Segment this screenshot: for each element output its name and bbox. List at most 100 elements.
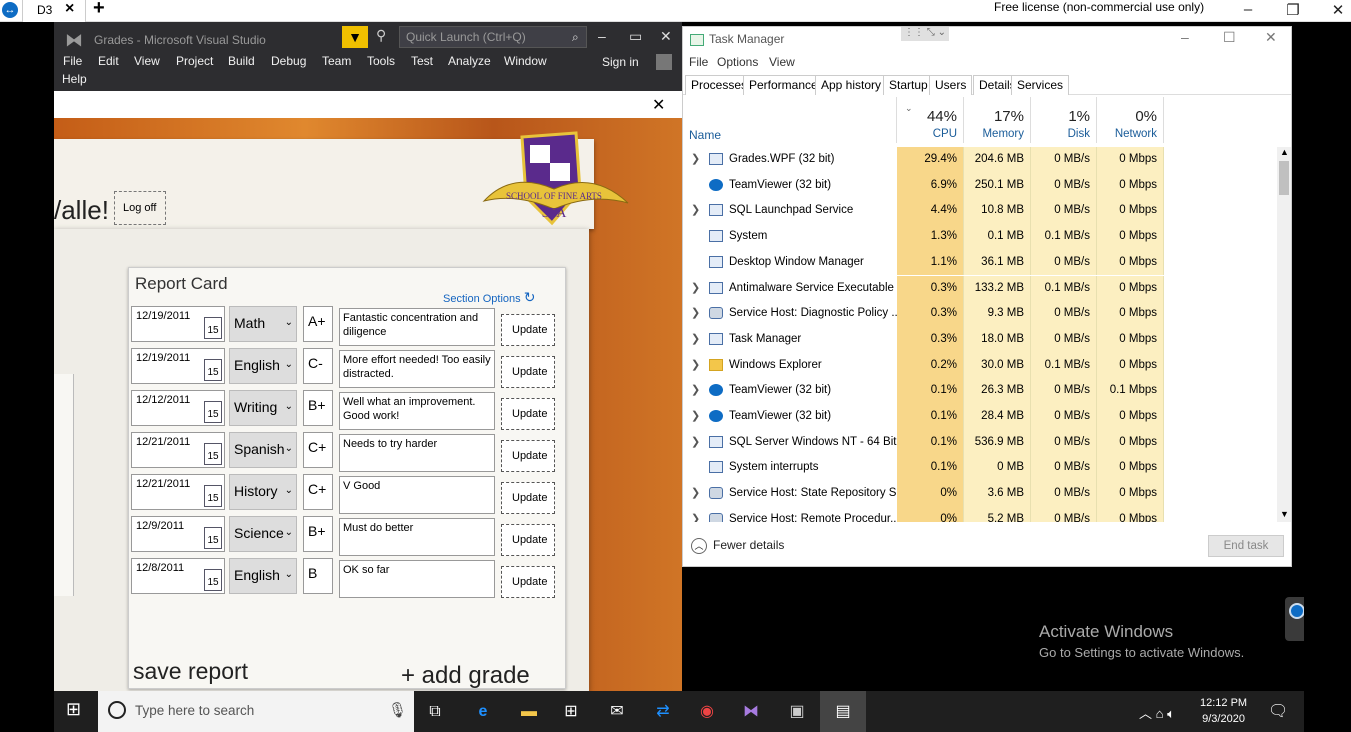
store-icon[interactable]: ⊞ (558, 699, 584, 725)
teamviewer-taskbar-icon[interactable]: ⇄ (650, 699, 676, 725)
microphone-icon[interactable]: 🎙︎ (388, 701, 407, 719)
tm-menu-file[interactable]: File (689, 55, 708, 69)
tab-performance[interactable]: Performance (743, 75, 824, 95)
date-picker[interactable]: 12/19/2011 15 (131, 348, 225, 384)
comment-input[interactable]: Fantastic concentration and diligence (339, 308, 495, 346)
edge-icon[interactable]: e (470, 699, 496, 725)
tab-users[interactable]: Users (929, 75, 973, 95)
process-row[interactable]: ❯ SQL Server Windows NT - 64 Bit 0.1% 536.9… (683, 429, 1277, 456)
comment-input[interactable]: OK so far (339, 560, 495, 598)
menu-project[interactable]: Project (176, 54, 213, 68)
restore-icon[interactable]: ❐ (1285, 1, 1301, 19)
close-tab-icon[interactable]: × (65, 0, 74, 18)
sign-in-link[interactable]: Sign in (602, 55, 639, 69)
clock[interactable]: 12:12 PM 9/3/2020 (1200, 695, 1247, 727)
update-button[interactable]: Update (501, 398, 555, 430)
session-tab[interactable]: D3 × (22, 0, 86, 22)
vs-maximize-icon[interactable]: ▭ (629, 28, 642, 45)
expand-chevron-icon[interactable]: ❯ (691, 435, 700, 448)
calendar-icon[interactable]: 15 (204, 359, 222, 381)
date-picker[interactable]: 12/9/2011 15 (131, 516, 225, 552)
app-close-icon[interactable]: ✕ (652, 95, 665, 115)
date-picker[interactable]: 12/19/2011 15 (131, 306, 225, 342)
date-picker[interactable]: 12/21/2011 15 (131, 474, 225, 510)
update-button[interactable]: Update (501, 482, 555, 514)
expand-chevron-icon[interactable]: ❯ (691, 383, 700, 396)
add-grade-button[interactable]: + add grade (401, 662, 530, 690)
quick-launch-input[interactable]: Quick Launch (Ctrl+Q) ⌕ (399, 26, 587, 48)
account-icon[interactable] (656, 54, 672, 70)
expand-chevron-icon[interactable]: ❯ (691, 152, 700, 165)
menu-tools[interactable]: Tools (367, 54, 395, 68)
calendar-icon[interactable]: 15 (204, 485, 222, 507)
process-row[interactable]: ❯ TeamViewer (32 bit) 0.1% 28.4 MB 0 MB/s 0 M… (683, 404, 1277, 430)
col-header-name[interactable]: Name ⌄ (683, 97, 913, 143)
subject-dropdown[interactable]: English ⌄ (229, 558, 297, 594)
update-button[interactable]: Update (501, 314, 555, 346)
process-row[interactable]: ❯ Service Host: Diagnostic Policy ... 0.3%… (683, 301, 1277, 327)
expand-chevron-icon[interactable]: ❯ (691, 358, 700, 371)
mail-icon[interactable]: ✉ (604, 699, 630, 725)
subject-dropdown[interactable]: Spanish ⌄ (229, 432, 297, 468)
taskbar-search-box[interactable]: Type here to search 🎙︎ (98, 691, 414, 732)
filter-icon[interactable]: ▼ (342, 26, 368, 48)
process-row[interactable]: Desktop Window Manager 1.1% 36.1 MB 0 MB/s 0… (683, 249, 1277, 276)
new-tab-icon[interactable]: + (93, 0, 105, 20)
fewer-details-button[interactable]: ︿ Fewer details (691, 538, 784, 554)
menu-edit[interactable]: Edit (98, 54, 119, 68)
grade-input[interactable]: B (303, 558, 333, 594)
expand-chevron-icon[interactable]: ❯ (691, 203, 700, 216)
subject-dropdown[interactable]: Writing ⌄ (229, 390, 297, 426)
menu-build[interactable]: Build (228, 54, 255, 68)
process-row[interactable]: ❯ Service Host: State Repository S... 0% 3.… (683, 481, 1277, 507)
process-row[interactable]: TeamViewer (32 bit) 6.9% 250.1 MB 0 MB/s 0 M… (683, 172, 1277, 199)
date-picker[interactable]: 12/12/2011 15 (131, 390, 225, 426)
menu-file[interactable]: File (63, 54, 82, 68)
subject-dropdown[interactable]: Science ⌄ (229, 516, 297, 552)
system-tray[interactable]: ︿ ⌂ 🔈︎ (1139, 703, 1175, 722)
feedback-icon[interactable]: ⚲ (376, 27, 386, 44)
comment-input[interactable]: Well what an improvement. Good work! (339, 392, 495, 430)
end-task-button[interactable]: End task (1208, 535, 1284, 557)
calendar-icon[interactable]: 15 (204, 317, 222, 339)
file-explorer-icon[interactable]: ▬ (516, 699, 542, 725)
tab-startup[interactable]: Startup (883, 75, 934, 95)
grade-input[interactable]: A+ (303, 306, 333, 342)
teamviewer-icon[interactable]: ↔ (2, 2, 18, 18)
calendar-icon[interactable]: 15 (204, 443, 222, 465)
grade-input[interactable]: B+ (303, 516, 333, 552)
process-row[interactable]: ❯ Windows Explorer 0.2% 30.0 MB 0.1 MB/s 0 Mb… (683, 352, 1277, 379)
notifications-icon[interactable]: 🗨︎ (1268, 701, 1288, 721)
grade-input[interactable]: C+ (303, 432, 333, 468)
menu-window[interactable]: Window (504, 54, 547, 68)
menu-help[interactable]: Help (62, 72, 87, 86)
expand-chevron-icon[interactable]: ❯ (691, 486, 700, 499)
process-row[interactable]: ❯ Task Manager 0.3% 18.0 MB 0 MB/s 0 Mbps (683, 326, 1277, 353)
scrollbar-thumb[interactable] (1279, 161, 1289, 195)
comment-input[interactable]: Needs to try harder (339, 434, 495, 472)
save-report-button[interactable]: save report (133, 658, 248, 685)
scroll-down-icon[interactable]: ▼ (1280, 509, 1289, 519)
log-off-button[interactable]: Log off (114, 191, 166, 225)
subject-dropdown[interactable]: Math ⌄ (229, 306, 297, 342)
expand-chevron-icon[interactable]: ❯ (691, 332, 700, 345)
minimize-icon[interactable]: – (1240, 1, 1256, 18)
section-options-link[interactable]: Section Options ↻ (443, 289, 535, 306)
comment-input[interactable]: More effort needed! Too easily distracte… (339, 350, 495, 388)
task-view-icon[interactable]: ⧉ (422, 699, 448, 725)
tm-menu-view[interactable]: View (769, 55, 795, 69)
update-button[interactable]: Update (501, 440, 555, 472)
close-icon[interactable]: ✕ (1330, 1, 1346, 19)
date-picker[interactable]: 12/8/2011 15 (131, 558, 225, 594)
expand-chevron-icon[interactable]: ❯ (691, 409, 700, 422)
vs-close-icon[interactable]: ✕ (660, 28, 672, 45)
expand-chevron-icon[interactable]: ❯ (691, 512, 700, 522)
windows-start-icon[interactable]: ⊞ (66, 699, 81, 720)
update-button[interactable]: Update (501, 524, 555, 556)
calendar-icon[interactable]: 15 (204, 569, 222, 591)
expand-chevron-icon[interactable]: ❯ (691, 281, 700, 294)
vs-minimize-icon[interactable]: – (598, 28, 606, 44)
tab-app-history[interactable]: App history (815, 75, 888, 95)
chrome-icon[interactable]: ◉ (694, 699, 720, 725)
expand-chevron-icon[interactable]: ❯ (691, 306, 700, 319)
